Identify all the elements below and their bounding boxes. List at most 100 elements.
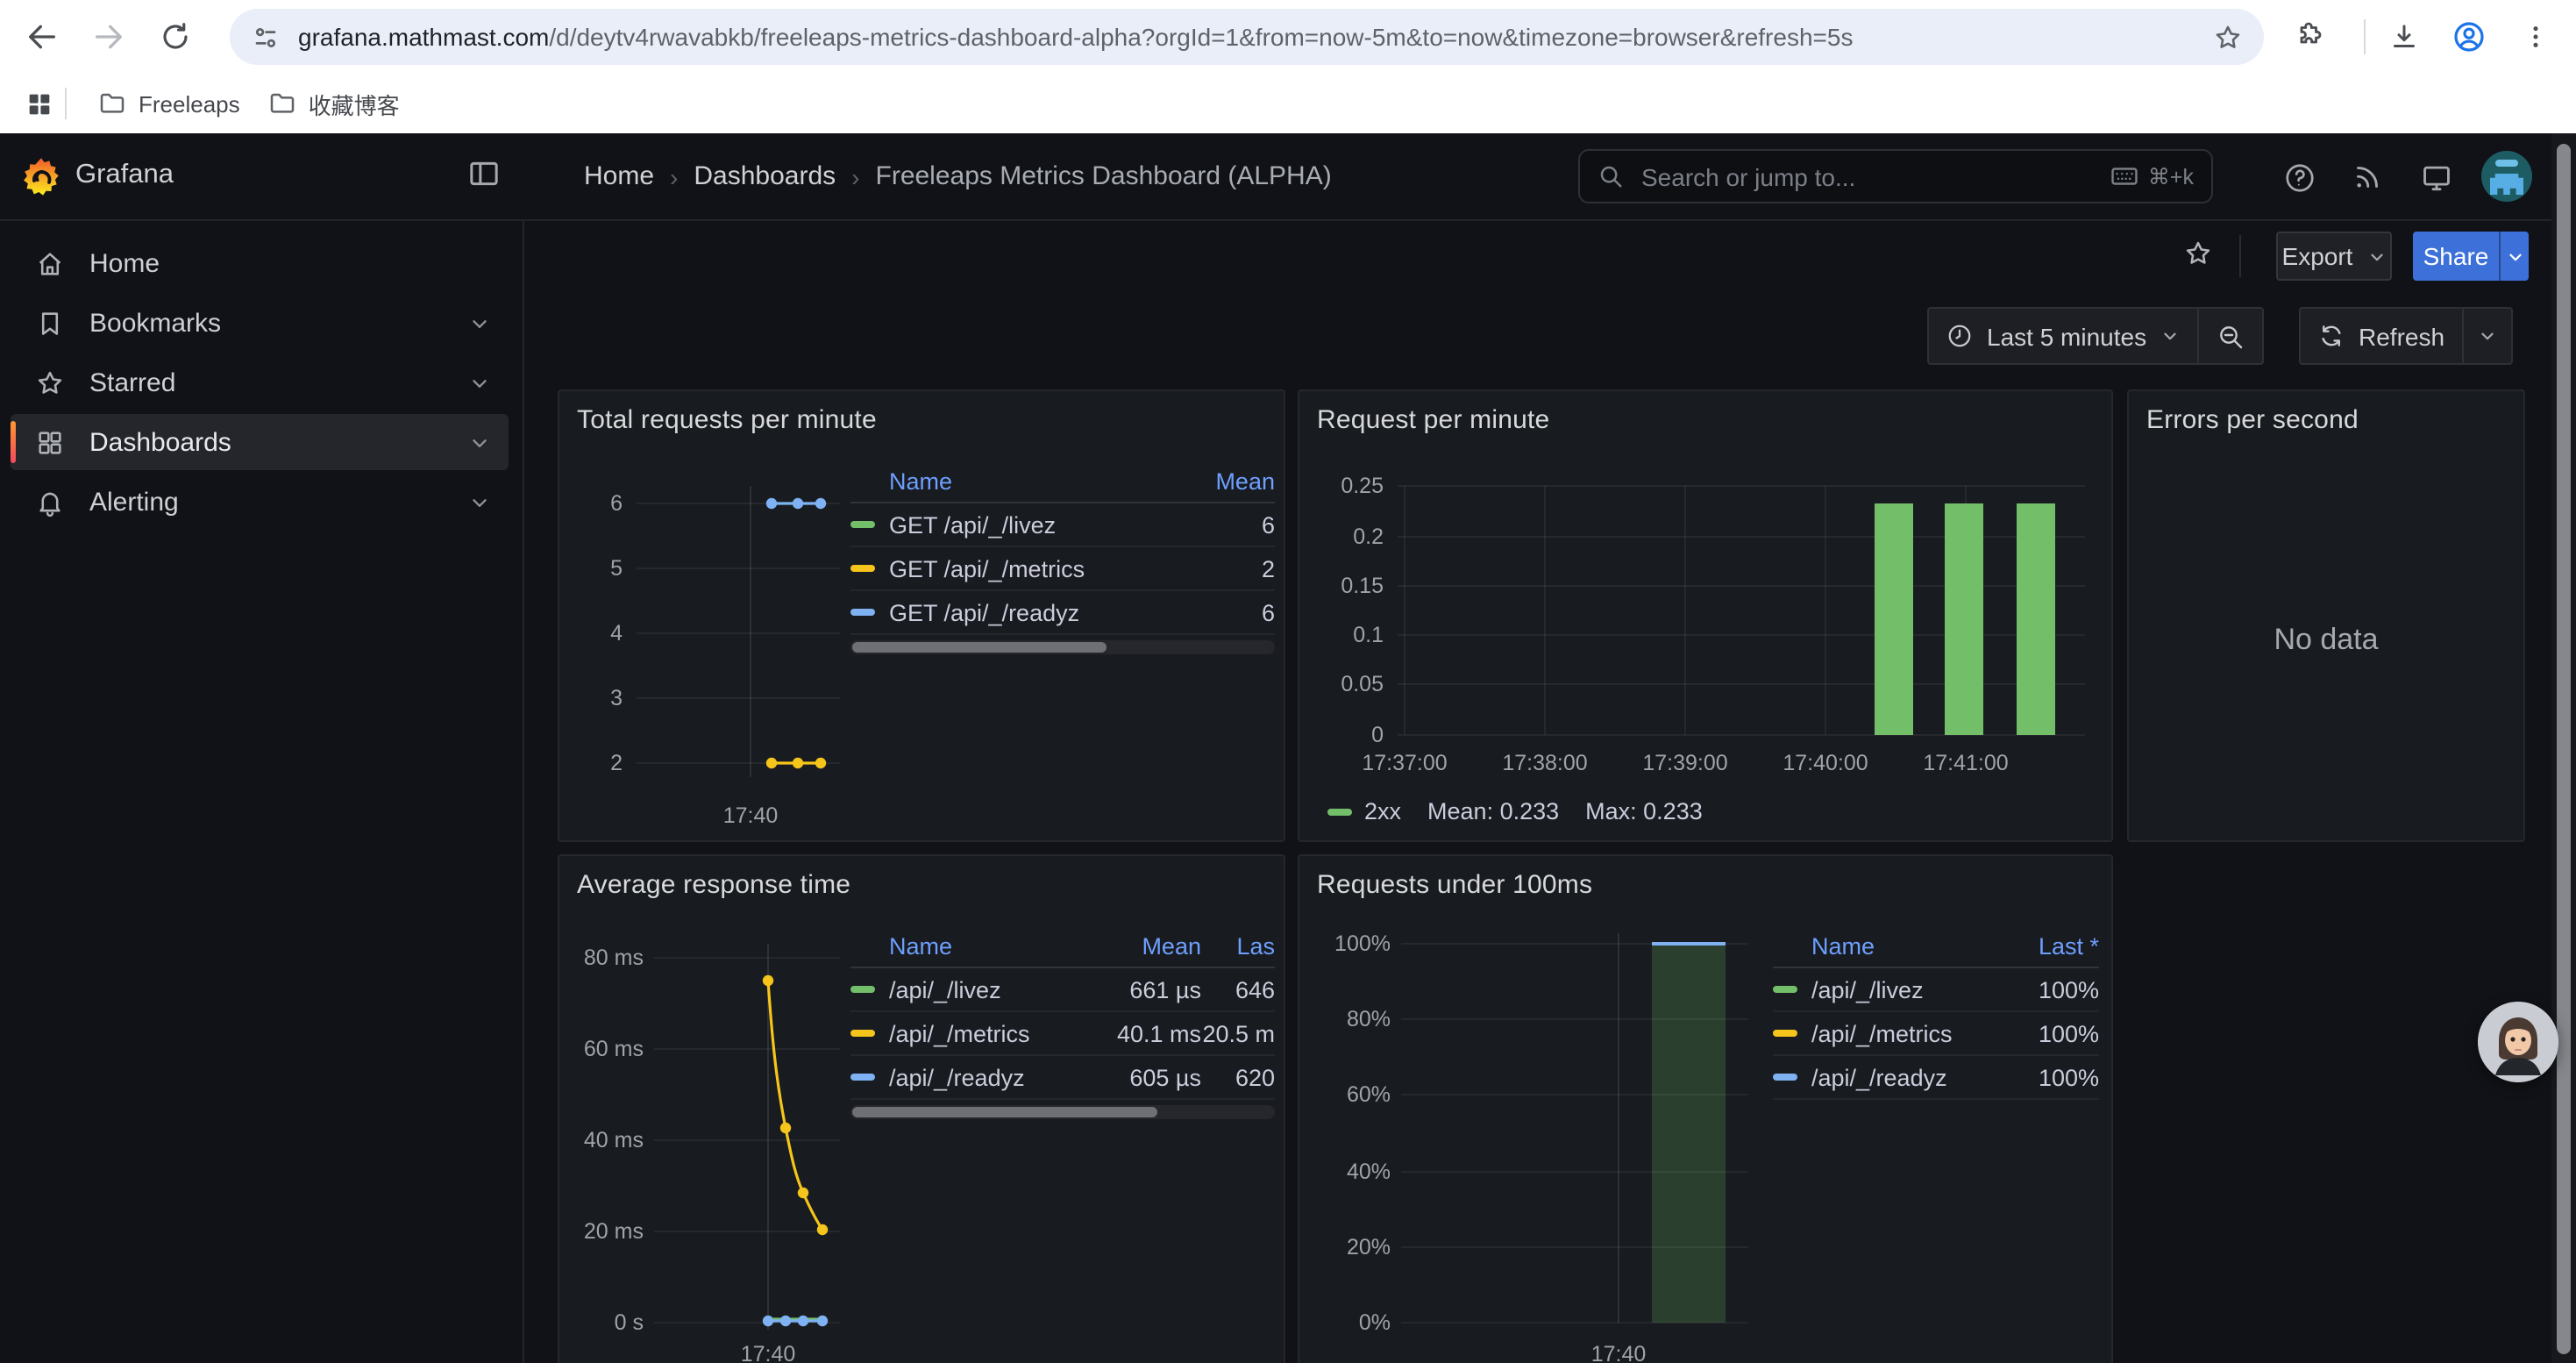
legend-row[interactable]: /api/_/readyz 605 µs 620	[850, 1056, 1275, 1100]
sidebar-item-bookmarks[interactable]: Bookmarks	[11, 295, 509, 351]
grafana-topnav: Grafana Home › Dashboards › Freeleaps Me…	[0, 133, 2576, 221]
browser-menu-button[interactable]	[2511, 12, 2560, 61]
legend-max: Max: 0.233	[1585, 798, 1703, 824]
legend-row[interactable]: /api/_/livez 661 µs 646	[850, 968, 1275, 1012]
legend-row[interactable]: /api/_/livez 100%	[1773, 968, 2099, 1012]
assistant-avatar[interactable]	[2478, 1002, 2558, 1082]
legend-col-name[interactable]: Name	[850, 933, 1092, 960]
profile-avatar-icon	[2451, 19, 2487, 54]
panel-avg-response-time[interactable]: Average response time 80 ms 60 ms 40 ms …	[558, 854, 1285, 1363]
brand-name: Grafana	[75, 160, 174, 191]
chevron-down-icon[interactable]	[468, 371, 491, 394]
svg-text:0%: 0%	[1359, 1310, 1391, 1335]
bookmark-star-icon[interactable]	[2213, 22, 2243, 52]
star-icon	[2183, 239, 2213, 268]
breadcrumb-dashboards[interactable]: Dashboards	[694, 161, 836, 191]
time-range-picker[interactable]: Last 5 minutes	[1929, 309, 2197, 363]
panel-requests-under-100ms[interactable]: Requests under 100ms 100% 80% 60% 40% 20…	[1298, 854, 2113, 1363]
legend-row[interactable]: GET /api/_/metrics 2	[850, 547, 1275, 591]
forward-button[interactable]	[84, 12, 133, 61]
site-settings-icon[interactable]	[251, 22, 281, 52]
legend-col-mean[interactable]: Mean	[1177, 468, 1275, 495]
panel-title[interactable]: Errors per second	[2146, 405, 2359, 435]
svg-text:60 ms: 60 ms	[584, 1037, 644, 1061]
breadcrumb-home[interactable]: Home	[584, 161, 654, 191]
legend-row[interactable]: GET /api/_/livez 6	[850, 503, 1275, 547]
sidebar-item-home[interactable]: Home	[11, 235, 509, 291]
bar-2xx	[1945, 503, 1983, 735]
kiosk-mode-button[interactable]	[2408, 149, 2464, 205]
window-scrollbar-thumb[interactable]	[2557, 144, 2571, 1354]
sidebar-item-starred[interactable]: Starred	[11, 354, 509, 410]
url-text: grafana.mathmast.com/d/deytv4rwavabkb/fr…	[298, 23, 2213, 51]
help-icon	[2282, 161, 2316, 194]
series-swatch-yellow	[850, 1030, 875, 1037]
address-bar[interactable]: grafana.mathmast.com/d/deytv4rwavabkb/fr…	[230, 9, 2264, 65]
svg-text:100%: 100%	[1334, 931, 1391, 956]
legend-scrollbar[interactable]	[850, 640, 1275, 654]
legend-row[interactable]: /api/_/metrics 100%	[1773, 1012, 2099, 1056]
refresh-interval-button[interactable]	[2464, 309, 2511, 363]
help-button[interactable]	[2271, 149, 2327, 205]
grafana-logo[interactable]	[21, 156, 61, 196]
svg-text:0 s: 0 s	[615, 1310, 644, 1335]
sidebar-toggle-button[interactable]	[466, 156, 502, 191]
bookmark-folder-blogs[interactable]: 收藏博客	[254, 80, 414, 127]
series-swatch-green	[1327, 808, 1352, 815]
area-fill	[1652, 944, 1726, 1323]
downloads-button[interactable]	[2380, 12, 2429, 61]
reload-button[interactable]	[151, 12, 200, 61]
scrollbar-thumb[interactable]	[852, 642, 1107, 653]
favorite-dashboard-button[interactable]	[2183, 239, 2213, 268]
breadcrumb-separator: ›	[670, 162, 678, 190]
legend-col-mean[interactable]: Mean	[1092, 933, 1201, 960]
refresh-button[interactable]: Refresh	[2301, 309, 2462, 363]
legend-scrollbar[interactable]	[850, 1105, 1275, 1119]
bookmark-folder-freeleaps[interactable]: Freeleaps	[84, 82, 254, 125]
zoom-out-button[interactable]	[2199, 309, 2262, 363]
search-input[interactable]	[1638, 161, 2110, 192]
monitor-icon	[2419, 161, 2452, 194]
sidebar-item-alerting[interactable]: Alerting	[11, 474, 509, 530]
chevron-down-icon[interactable]	[468, 490, 491, 513]
legend-col-name[interactable]: Name	[850, 468, 1177, 495]
folder-icon	[268, 89, 296, 118]
kebab-menu-icon	[2522, 23, 2550, 51]
export-button[interactable]: Export	[2276, 232, 2392, 281]
legend-header: Name Mean	[850, 461, 1275, 503]
legend-row[interactable]: GET /api/_/readyz 6	[850, 591, 1275, 635]
star-icon	[35, 368, 65, 397]
profile-button[interactable]	[2444, 12, 2494, 61]
bar-2xx	[2017, 503, 2055, 735]
search-box[interactable]: ⌘+k	[1578, 149, 2213, 203]
chevron-down-icon[interactable]	[468, 431, 491, 453]
legend-bottom[interactable]: 2xx Mean: 0.233 Max: 0.233	[1327, 798, 1703, 824]
news-button[interactable]	[2339, 149, 2395, 205]
share-button[interactable]: Share	[2413, 232, 2499, 281]
back-button[interactable]	[18, 12, 67, 61]
svg-text:17:39:00: 17:39:00	[1642, 751, 1727, 775]
legend-header: Name Mean Las	[850, 926, 1275, 968]
legend-col-name[interactable]: Name	[1773, 933, 1997, 960]
legend-col-last[interactable]: Las	[1201, 933, 1275, 960]
apps-grid-button[interactable]	[25, 89, 54, 118]
legend-row[interactable]: /api/_/readyz 100%	[1773, 1056, 2099, 1100]
sidebar-item-dashboards[interactable]: Dashboards	[11, 414, 509, 470]
share-menu-button[interactable]	[2499, 232, 2529, 281]
panel-request-per-minute[interactable]: Request per minute 0.25 0.2 0.15 0.1 0.0…	[1298, 389, 2113, 842]
extensions-button[interactable]	[2285, 12, 2334, 61]
browser-toolbar: grafana.mathmast.com/d/deytv4rwavabkb/fr…	[0, 0, 2576, 74]
svg-text:17:40: 17:40	[1591, 1342, 1647, 1363]
series-swatch-yellow	[1773, 1030, 1797, 1037]
svg-text:17:38:00: 17:38:00	[1502, 751, 1587, 775]
panel-errors-per-second[interactable]: Errors per second No data	[2127, 389, 2525, 842]
user-avatar[interactable]	[2481, 151, 2532, 202]
legend-col-last[interactable]: Last *	[1997, 933, 2099, 960]
refresh-icon	[2318, 323, 2345, 349]
chevron-down-icon[interactable]	[468, 311, 491, 334]
scrollbar-thumb[interactable]	[852, 1107, 1157, 1117]
keyboard-icon	[2110, 161, 2139, 191]
legend-series-label[interactable]: 2xx	[1364, 798, 1401, 824]
panel-total-requests[interactable]: Total requests per minute 6 5 4 3 2 17:4…	[558, 389, 1285, 842]
legend-row[interactable]: /api/_/metrics 40.1 ms 20.5 m	[850, 1012, 1275, 1056]
